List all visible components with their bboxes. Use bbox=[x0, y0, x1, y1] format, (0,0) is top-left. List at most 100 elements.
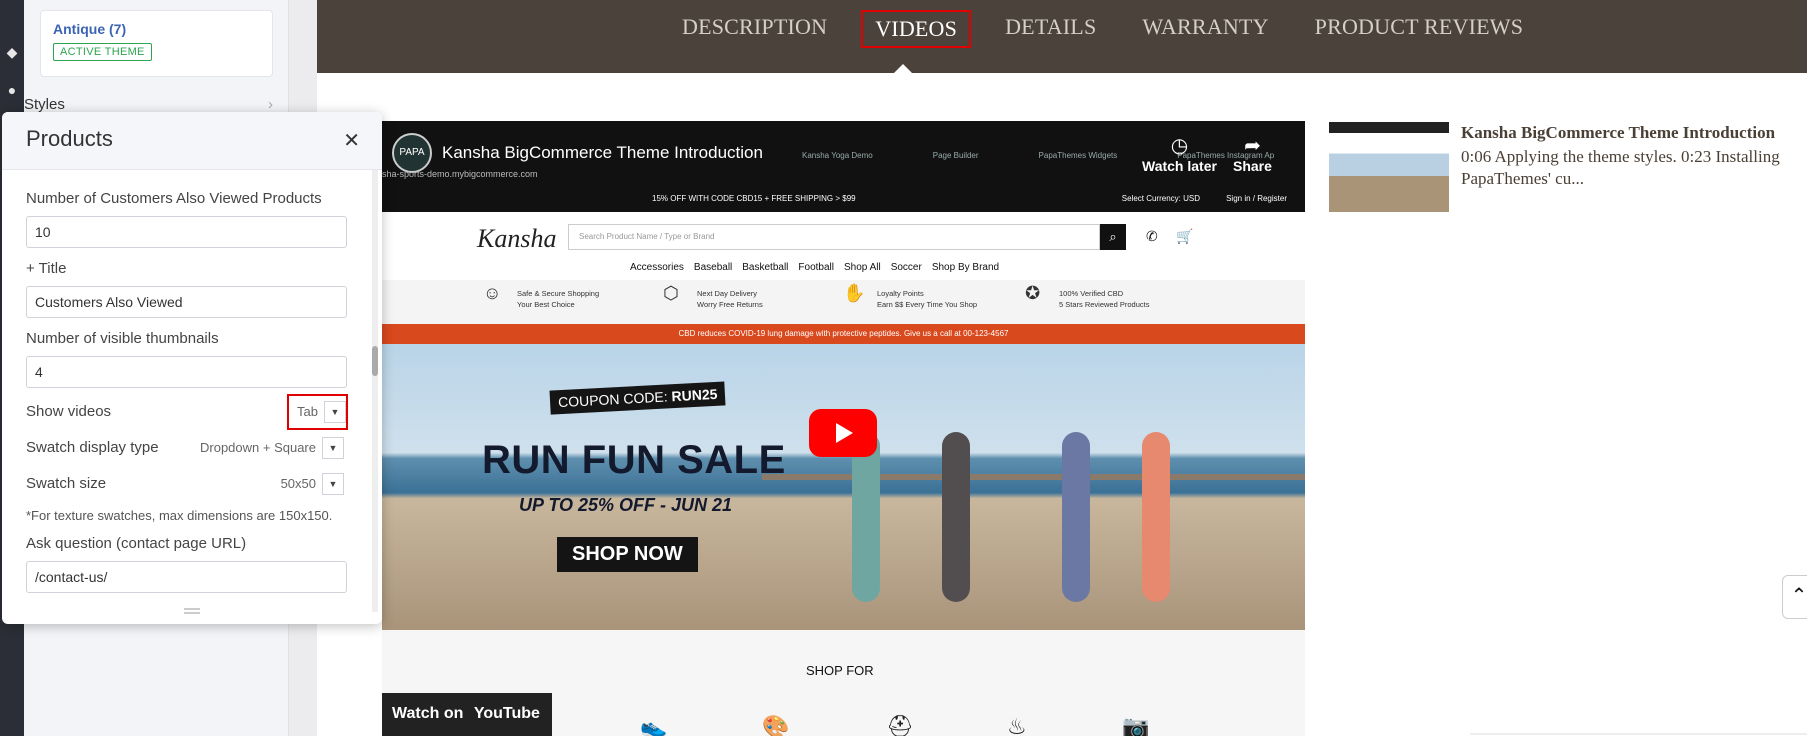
channel-logo[interactable]: PAPA bbox=[392, 133, 432, 173]
tab-videos[interactable]: VIDEOS bbox=[861, 10, 972, 48]
swatch-type-row: Swatch display type Dropdown + Square ▼ bbox=[26, 432, 348, 464]
also-viewed-input[interactable]: 10 bbox=[26, 216, 347, 248]
chevron-down-icon: ▼ bbox=[322, 437, 344, 459]
nav-item: Soccer bbox=[890, 262, 922, 273]
grill-icon: ♨ bbox=[1007, 714, 1027, 736]
thumbnails-label: Number of visible thumbnails bbox=[26, 330, 219, 347]
runner-figure bbox=[1062, 432, 1090, 602]
title-label: + Title bbox=[26, 260, 67, 277]
video-title[interactable]: Kansha BigCommerce Theme Introduction bbox=[442, 143, 763, 163]
youtube-logo: YouTube bbox=[473, 705, 540, 722]
resize-grip[interactable] bbox=[184, 608, 200, 614]
video-thumbnail[interactable] bbox=[1329, 122, 1449, 212]
runner-figure bbox=[852, 432, 880, 602]
nav-item: Baseball bbox=[693, 262, 733, 273]
shop-for-heading: SHOP FOR bbox=[806, 663, 874, 678]
box-icon: ⬡ bbox=[663, 283, 679, 303]
award-icon: ✪ bbox=[1025, 283, 1041, 303]
coupon-label: COUPON CODE: RUN25 bbox=[549, 381, 726, 415]
shoe-icon: 👟 bbox=[640, 714, 668, 736]
watch-later-button[interactable]: ◷ Watch later bbox=[1142, 133, 1217, 174]
product-tabs: DESCRIPTION VIDEOS DETAILS WARRANTY PROD… bbox=[670, 10, 1557, 48]
tab-details[interactable]: DETAILS bbox=[993, 10, 1108, 48]
show-videos-row: Show videos Tab ▼ bbox=[26, 394, 348, 430]
trust-item: ✪ 100% Verified CBD 5 Stars Reviewed Produ… bbox=[1025, 283, 1150, 309]
share-button[interactable]: ➦ Share bbox=[1233, 133, 1272, 174]
trust-item: ⬡ Next Day Delivery Worry Free Returns bbox=[663, 283, 763, 309]
trust-item: ✋ Loyalty Points Earn $$ Every Time You Sh… bbox=[843, 283, 978, 309]
trust-item: ☺ Safe & Secure Shopping Your Best Choice bbox=[483, 283, 600, 309]
show-videos-select[interactable]: Tab ▼ bbox=[287, 394, 348, 430]
active-theme-badge: ACTIVE THEME bbox=[53, 43, 152, 61]
swatch-size-value: 50x50 bbox=[280, 476, 316, 491]
scroll-to-top-button[interactable]: ⌃ bbox=[1782, 575, 1807, 619]
watch-later-label: Watch later bbox=[1142, 158, 1217, 174]
video-list-item[interactable]: Kansha BigCommerce Theme Introduction 0:… bbox=[1461, 122, 1781, 190]
site-nav: Accessories Baseball Basketball Football… bbox=[630, 262, 999, 273]
shield-icon: ☺ bbox=[483, 283, 502, 303]
site-search-box: Search Product Name / Type or Brand bbox=[568, 224, 1100, 250]
share-icon: ➦ bbox=[1244, 135, 1261, 157]
phone-icon: ✆ bbox=[1146, 228, 1158, 244]
video-promo-strip: 15% OFF WITH CODE CBD15 + FREE SHIPPING … bbox=[382, 185, 1305, 212]
nav-item: Shop All bbox=[843, 262, 881, 273]
products-settings-panel: Products ✕ Number of Customers Also View… bbox=[2, 112, 382, 624]
nav-item: Accessories bbox=[630, 262, 684, 273]
swatch-size-select[interactable]: 50x50 ▼ bbox=[281, 472, 344, 496]
video-url-text: sha-sports-demo.mybigcommerce.com bbox=[382, 169, 538, 179]
runner-figure bbox=[942, 432, 970, 602]
video-list-title[interactable]: Kansha BigCommerce Theme Introduction bbox=[1461, 122, 1781, 144]
panel-scrollbar[interactable] bbox=[372, 170, 378, 612]
thumbnails-input[interactable]: 4 bbox=[26, 356, 347, 388]
clock-icon: ◷ bbox=[1170, 135, 1189, 157]
watch-on-youtube-button[interactable]: Watch on YouTube bbox=[382, 693, 552, 736]
runner-figure bbox=[1142, 432, 1170, 602]
title-input[interactable]: Customers Also Viewed bbox=[26, 286, 347, 318]
vest-icon: ⛑ bbox=[886, 714, 914, 736]
trust-bar: ☺ Safe & Secure Shopping Your Best Choice … bbox=[382, 280, 1305, 324]
currency-text: Select Currency: USD bbox=[1121, 194, 1200, 203]
nav-item: Basketball bbox=[742, 262, 789, 273]
youtube-video-embed[interactable]: PAPA Kansha BigCommerce Theme Introducti… bbox=[382, 121, 1305, 736]
chevron-down-icon: ▼ bbox=[324, 401, 346, 423]
tab-description[interactable]: DESCRIPTION bbox=[670, 10, 839, 48]
show-videos-label: Show videos bbox=[26, 403, 112, 420]
swatch-type-select[interactable]: Dropdown + Square ▼ bbox=[200, 436, 344, 460]
hero-subheadline: UP TO 25% OFF - JUN 21 bbox=[519, 495, 733, 515]
close-icon[interactable]: ✕ bbox=[343, 128, 360, 153]
site-brand: Kansha bbox=[477, 224, 557, 253]
theme-card[interactable]: Antique (7) ACTIVE THEME bbox=[40, 10, 273, 77]
handshake-icon: ✋ bbox=[843, 283, 866, 303]
also-viewed-label: Number of Customers Also Viewed Products bbox=[26, 190, 322, 207]
swatch-size-row: Swatch size 50x50 ▼ bbox=[26, 468, 348, 500]
search-icon: ⌕ bbox=[1100, 224, 1126, 250]
chevron-up-icon: ⌃ bbox=[1790, 585, 1807, 607]
tab-warranty[interactable]: WARRANTY bbox=[1130, 10, 1280, 48]
cart-icon: 🛒 bbox=[1176, 228, 1194, 244]
scrollbar-thumb[interactable] bbox=[372, 346, 378, 376]
swatch-note: *For texture swatches, max dimensions ar… bbox=[26, 508, 333, 523]
announcement-bar: CBD reduces COVID-19 lung damage with pr… bbox=[382, 324, 1305, 344]
promo-text: 15% OFF WITH CODE CBD15 + FREE SHIPPING … bbox=[652, 194, 856, 203]
hero-headline: RUN FUN SALE bbox=[482, 438, 786, 482]
panel-title: Products bbox=[26, 126, 113, 151]
play-button[interactable] bbox=[809, 409, 877, 457]
ask-question-input[interactable]: /contact-us/ bbox=[26, 561, 347, 593]
layers-icon[interactable]: ◆ bbox=[2, 42, 22, 62]
nav-item: Shop By Brand bbox=[931, 262, 1000, 273]
browser-tab: PapaThemes Widgets bbox=[1038, 151, 1118, 160]
bottom-divider bbox=[1470, 733, 1807, 735]
browser-tab: Page Builder bbox=[932, 151, 979, 160]
watch-on-label: Watch on bbox=[392, 705, 464, 722]
swatch-type-label: Swatch display type bbox=[26, 439, 159, 456]
palette-icon[interactable]: ● bbox=[2, 80, 22, 100]
show-videos-value: Tab bbox=[297, 404, 318, 419]
swatch-size-label: Swatch size bbox=[26, 475, 107, 492]
signin-text: Sign in / Register bbox=[1226, 194, 1287, 203]
hero-banner: COUPON CODE: RUN25 RUN FUN SALE UP TO 25… bbox=[382, 344, 1305, 630]
hero-railing bbox=[762, 474, 1305, 480]
panel-body: Number of Customers Also Viewed Products… bbox=[2, 170, 372, 612]
browser-tab: Kansha Yoga Demo bbox=[802, 151, 873, 160]
tab-product-reviews[interactable]: PRODUCT REVIEWS bbox=[1303, 10, 1536, 48]
styles-menu-item[interactable]: Styles › bbox=[24, 96, 273, 113]
